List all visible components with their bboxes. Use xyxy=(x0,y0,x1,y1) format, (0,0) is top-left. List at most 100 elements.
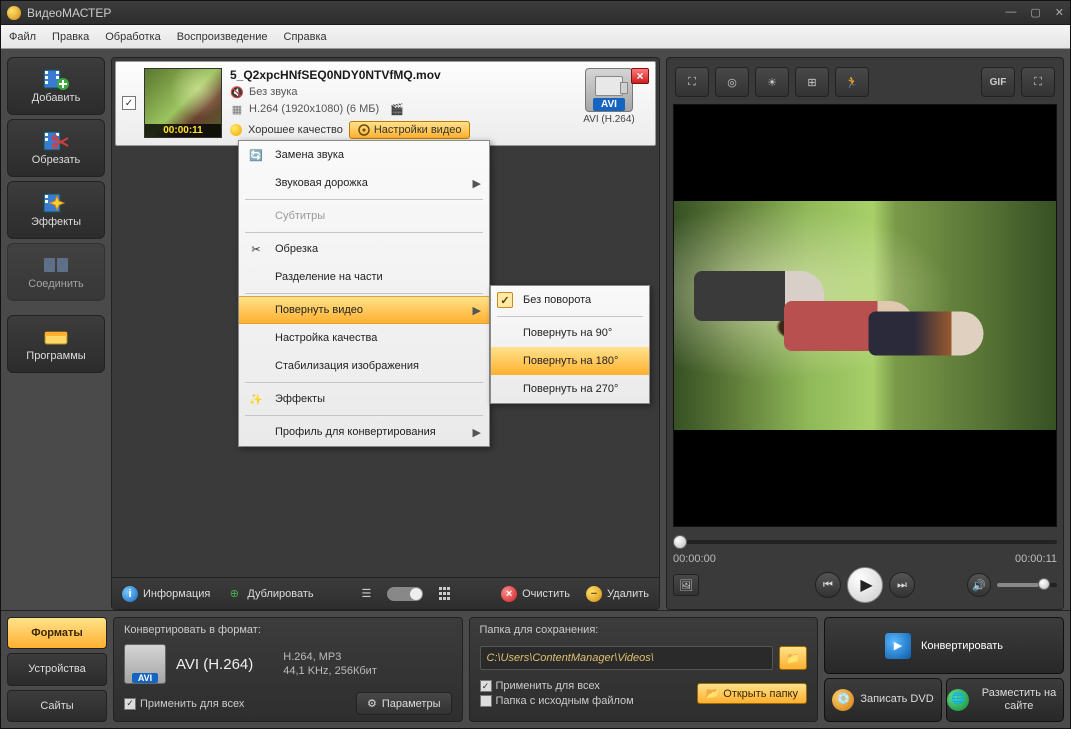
file-thumbnail[interactable]: 00:00:11 xyxy=(144,68,222,138)
file-remove-button[interactable]: × xyxy=(631,68,649,84)
crop-tool-button[interactable]: ⛶ xyxy=(675,67,709,97)
info-button[interactable]: iИнформация xyxy=(122,586,210,602)
view-list-button[interactable]: ☰ xyxy=(361,587,371,600)
next-button[interactable]: ⏭ xyxy=(889,572,915,598)
ctx-subtitles: Субтитры xyxy=(239,202,489,230)
file-quality: Хорошее качество xyxy=(248,124,343,136)
apply-all-folder-checkbox[interactable]: ✓Применить для всех xyxy=(480,680,634,692)
next-icon: ⏭ xyxy=(897,579,907,592)
ctx-replace-audio[interactable]: 🔄 Замена звука xyxy=(239,141,489,169)
tab-devices[interactable]: Устройства xyxy=(7,653,107,685)
view-toggle[interactable] xyxy=(387,587,423,601)
rotate-270[interactable]: Повернуть на 270° xyxy=(491,375,649,403)
menu-edit[interactable]: Правка xyxy=(52,31,89,43)
action-panel: ▶ Конвертировать 💿Записать DVD 🌐Размести… xyxy=(824,617,1064,722)
video-settings-button[interactable]: Настройки видео xyxy=(349,121,471,139)
file-codec: H.264 (1920x1080) (6 МБ) xyxy=(249,103,379,115)
delete-button[interactable]: −Удалить xyxy=(586,586,649,602)
gif-button[interactable]: GIF xyxy=(981,67,1015,97)
seek-thumb[interactable] xyxy=(673,535,687,549)
tab-sites[interactable]: Сайты xyxy=(7,690,107,722)
ctx-effects[interactable]: ✨ Эффекты xyxy=(239,385,489,413)
menu-help[interactable]: Справка xyxy=(284,31,327,43)
apply-all-checkbox[interactable]: ✓Применить для всех xyxy=(124,698,244,710)
ctx-profile[interactable]: Профиль для конвертирования▶ xyxy=(239,418,489,446)
format-icon[interactable]: AVI xyxy=(124,644,166,684)
volume-control: 🔊 xyxy=(967,573,1057,597)
ctx-split[interactable]: Разделение на части xyxy=(239,263,489,291)
tab-formats[interactable]: Форматы xyxy=(7,617,107,649)
volume-slider[interactable] xyxy=(997,583,1057,587)
convert-button[interactable]: ▶ Конвертировать xyxy=(824,617,1064,674)
menu-process[interactable]: Обработка xyxy=(105,31,160,43)
sidebar-add-button[interactable]: Добавить xyxy=(7,57,105,115)
file-checkbox[interactable]: ✓ xyxy=(122,96,136,110)
fullscreen-icon: ⛶ xyxy=(1034,76,1042,89)
ctx-stabilize[interactable]: Стабилизация изображения xyxy=(239,352,489,380)
duplicate-button[interactable]: ⊕Дублировать xyxy=(226,586,313,602)
programs-icon xyxy=(42,326,70,348)
params-button[interactable]: ⚙Параметры xyxy=(356,692,452,715)
close-window-button[interactable]: ✕ xyxy=(1055,6,1064,19)
rotate-none[interactable]: ✓ Без поворота xyxy=(491,286,649,314)
browse-folder-button[interactable]: 📁 xyxy=(779,646,807,670)
open-folder-button[interactable]: 📂Открыть папку xyxy=(697,683,807,704)
sidebar-programs-button[interactable]: Программы xyxy=(7,315,105,373)
format-tabs: Форматы Устройства Сайты xyxy=(7,617,107,722)
app-window: ВидеоМАСТЕР — ▢ ✕ Файл Правка Обработка … xyxy=(0,0,1071,729)
clear-button[interactable]: ×Очистить xyxy=(501,586,570,602)
sidebar-cut-button[interactable]: Обрезать xyxy=(7,119,105,177)
text-button[interactable]: ⊞ xyxy=(795,67,829,97)
source-folder-checkbox[interactable]: Папка с исходным файлом xyxy=(480,695,634,707)
sidebar-effects-label: Эффекты xyxy=(31,216,81,228)
ctx-rotate[interactable]: Повернуть видео▶ xyxy=(239,296,489,324)
prev-button[interactable]: ⏮ xyxy=(815,572,841,598)
sidebar-join-label: Соединить xyxy=(28,278,84,290)
publish-web-button[interactable]: 🌐Разместить на сайте xyxy=(946,678,1064,722)
submenu-arrow-icon: ▶ xyxy=(473,304,481,317)
sidebar: Добавить Обрезать Эффекты Соединить Прог… xyxy=(1,49,111,610)
toggle-icon xyxy=(387,587,423,601)
rotate-90[interactable]: Повернуть на 90° xyxy=(491,319,649,347)
file-item[interactable]: ✓ 00:00:11 5_Q2xpcHNfSEQ0NDY0NTVfMQ.mov … xyxy=(115,61,656,146)
convert-format-panel: Конвертировать в формат: AVI AVI (H.264)… xyxy=(113,617,463,722)
sidebar-add-label: Добавить xyxy=(32,92,81,104)
convert-icon: ▶ xyxy=(885,633,911,659)
ctx-crop[interactable]: ✂ Обрезка xyxy=(239,235,489,263)
enhance-button[interactable]: ◎ xyxy=(715,67,749,97)
speed-button[interactable]: 🏃 xyxy=(835,67,869,97)
menu-separator xyxy=(245,415,483,416)
ctx-audio-track[interactable]: Звуковая дорожка▶ xyxy=(239,169,489,197)
mute-icon: 🔇 xyxy=(230,85,244,99)
info-icon: i xyxy=(122,586,138,602)
duplicate-icon: ⊕ xyxy=(226,586,242,602)
sidebar-join-button[interactable]: Соединить xyxy=(7,243,105,301)
camcorder-icon: AVI xyxy=(585,68,633,112)
ctx-quality[interactable]: Настройка качества xyxy=(239,324,489,352)
effects-icon: ✨ xyxy=(245,388,267,410)
submenu-arrow-icon: ▶ xyxy=(473,426,481,439)
folder-open-icon: 📂 xyxy=(706,687,720,700)
view-grid-button[interactable] xyxy=(439,587,453,601)
menu-playback[interactable]: Воспроизведение xyxy=(177,31,268,43)
snapshot-button[interactable]: 🖼 xyxy=(673,574,699,596)
prev-icon: ⏮ xyxy=(823,579,833,592)
file-name: 5_Q2xpcHNfSEQ0NDY0NTVfMQ.mov xyxy=(230,68,561,82)
crop-icon: ⛶ xyxy=(688,76,696,89)
save-path-input[interactable]: C:\Users\ContentManager\Videos\ xyxy=(480,646,774,670)
seek-bar[interactable] xyxy=(673,533,1057,551)
preview-screen[interactable] xyxy=(673,104,1057,527)
rotate-180[interactable]: Повернуть на 180° xyxy=(491,347,649,375)
fullscreen-button[interactable]: ⛶ xyxy=(1021,67,1055,97)
minimize-button[interactable]: — xyxy=(1005,6,1016,19)
menu-file[interactable]: Файл xyxy=(9,31,36,43)
play-button[interactable]: ▶ xyxy=(847,567,883,603)
burn-dvd-button[interactable]: 💿Записать DVD xyxy=(824,678,942,722)
sidebar-effects-button[interactable]: Эффекты xyxy=(7,181,105,239)
volume-button[interactable]: 🔊 xyxy=(967,573,991,597)
file-list: ✓ 00:00:11 5_Q2xpcHNfSEQ0NDY0NTVfMQ.mov … xyxy=(111,57,660,610)
grid-icon xyxy=(439,587,453,601)
menubar: Файл Правка Обработка Воспроизведение Сп… xyxy=(1,25,1070,49)
maximize-button[interactable]: ▢ xyxy=(1030,6,1040,19)
brightness-button[interactable]: ☀ xyxy=(755,67,789,97)
